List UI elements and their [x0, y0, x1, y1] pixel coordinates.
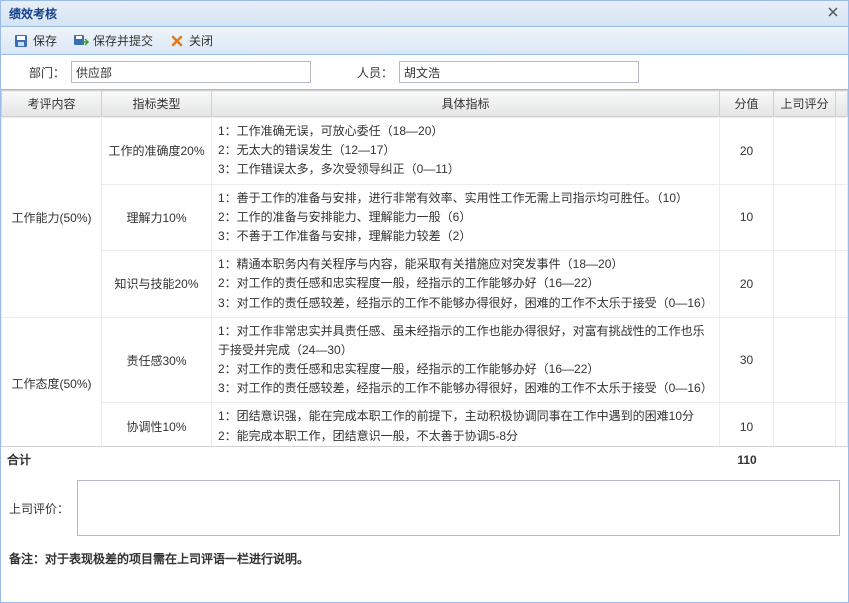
cell-score: 30 — [720, 317, 774, 403]
footer-note: 备注：对于表现极差的项目需在上司评语一栏进行说明。 — [1, 544, 848, 573]
cell-extra — [836, 118, 848, 185]
save-icon — [13, 33, 29, 49]
save-label: 保存 — [33, 32, 57, 49]
col-score[interactable]: 分值 — [720, 91, 774, 117]
cell-boss[interactable] — [774, 403, 836, 446]
table-row[interactable]: 协调性10% 1：团结意识强，能在完成本职工作的前提下，主动积极协调同事在工作中… — [2, 403, 848, 446]
cell-score: 10 — [720, 403, 774, 446]
cell-detail: 1：精通本职务内有关程序与内容，能采取有关措施应对突发事件（18—20） 2：对… — [212, 251, 720, 318]
cell-score: 20 — [720, 251, 774, 318]
cell-score: 10 — [720, 184, 774, 251]
person-input[interactable] — [399, 61, 639, 83]
cell-type: 工作的准确度20% — [102, 118, 212, 185]
cell-boss[interactable] — [774, 251, 836, 318]
cell-detail: 1：对工作非常忠实并具责任感、虽未经指示的工作也能办得很好，对富有挑战性的工作也… — [212, 317, 720, 403]
dept-input[interactable] — [71, 61, 311, 83]
cell-type: 责任感30% — [102, 317, 212, 403]
comment-label: 上司评价： — [9, 480, 69, 517]
cell-type: 协调性10% — [102, 403, 212, 446]
grid: 考评内容 指标类型 具体指标 分值 上司评分 工作能力(50%) 工作的准确度2… — [1, 89, 848, 472]
window-title: 绩效考核 — [9, 5, 826, 22]
col-content[interactable]: 考评内容 — [2, 91, 102, 117]
toolbar: 保存 保存并提交 关闭 — [1, 27, 848, 55]
cell-type: 理解力10% — [102, 184, 212, 251]
titlebar: 绩效考核 — [1, 1, 848, 27]
table-row[interactable]: 理解力10% 1：善于工作的准备与安排，进行非常有效率、实用性工作无需上司指示均… — [2, 184, 848, 251]
close-button[interactable]: 关闭 — [163, 30, 219, 51]
cell-detail: 1：团结意识强，能在完成本职工作的前提下，主动积极协调同事在工作中遇到的困难10… — [212, 403, 720, 446]
cell-boss[interactable] — [774, 118, 836, 185]
table-row[interactable]: 工作态度(50%) 责任感30% 1：对工作非常忠实并具责任感、虽未经指示的工作… — [2, 317, 848, 403]
cell-type: 知识与技能20% — [102, 251, 212, 318]
save-button[interactable]: 保存 — [7, 30, 63, 51]
totals-label: 合计 — [1, 447, 101, 472]
x-icon — [169, 33, 185, 49]
cell-extra — [836, 403, 848, 446]
cell-score: 20 — [720, 118, 774, 185]
col-detail[interactable]: 具体指标 — [212, 91, 720, 117]
cell-boss[interactable] — [774, 317, 836, 403]
col-extra[interactable] — [836, 91, 848, 117]
cell-cat: 工作态度(50%) — [2, 317, 102, 446]
cell-detail: 1：工作准确无误，可放心委任（18—20） 2：无太大的错误发生（12—17） … — [212, 118, 720, 185]
save-submit-label: 保存并提交 — [93, 32, 153, 49]
cell-extra — [836, 184, 848, 251]
col-type[interactable]: 指标类型 — [102, 91, 212, 117]
person-label: 人员： — [337, 64, 393, 81]
save-submit-icon — [73, 33, 89, 49]
save-submit-button[interactable]: 保存并提交 — [67, 30, 159, 51]
form-row: 部门： 人员： — [1, 55, 848, 89]
cell-detail: 1：善于工作的准备与安排，进行非常有效率、实用性工作无需上司指示均可胜任。（10… — [212, 184, 720, 251]
totals-value: 110 — [720, 447, 774, 472]
close-label: 关闭 — [189, 32, 213, 49]
col-boss-score[interactable]: 上司评分 — [774, 91, 836, 117]
cell-extra — [836, 317, 848, 403]
close-icon[interactable] — [826, 5, 840, 22]
table-row[interactable]: 知识与技能20% 1：精通本职务内有关程序与内容，能采取有关措施应对突发事件（1… — [2, 251, 848, 318]
cell-cat: 工作能力(50%) — [2, 118, 102, 318]
cell-extra — [836, 251, 848, 318]
totals-row: 合计 110 — [1, 446, 848, 472]
comment-textarea[interactable] — [77, 480, 840, 536]
comment-box: 上司评价： — [1, 472, 848, 544]
cell-boss[interactable] — [774, 184, 836, 251]
dept-label: 部门： — [9, 64, 65, 81]
table-row[interactable]: 工作能力(50%) 工作的准确度20% 1：工作准确无误，可放心委任（18—20… — [2, 118, 848, 185]
